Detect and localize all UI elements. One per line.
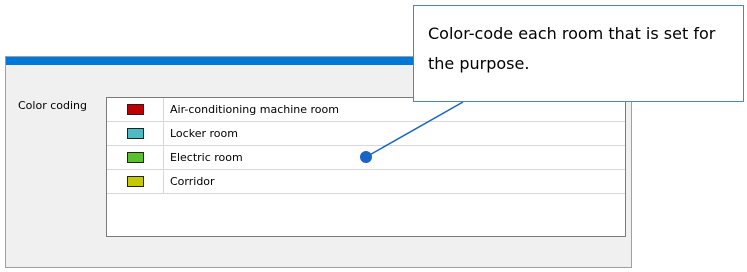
room-color-list[interactable]: Air-conditioning machine room Locker roo… [106,97,626,237]
room-name: Locker room [170,127,238,140]
callout-text: Color-code each room that is set for the… [428,24,716,73]
list-item-locker-room[interactable]: Locker room [107,122,625,146]
list-item-electric-room[interactable]: Electric room [107,146,625,170]
swatch-cell [107,170,164,193]
callout-box: Color-code each room that is set for the… [413,5,744,102]
swatch-cell [107,122,164,145]
room-name: Air-conditioning machine room [170,103,339,116]
list-item-corridor[interactable]: Corridor [107,170,625,194]
room-name: Electric room [170,151,243,164]
room-name: Corridor [170,175,215,188]
color-swatch-red[interactable] [127,104,144,115]
color-swatch-cyan[interactable] [127,128,144,139]
color-swatch-yellow[interactable] [127,176,144,187]
swatch-cell [107,146,164,169]
color-coding-label: Color coding [18,99,87,112]
color-swatch-green[interactable] [127,152,144,163]
swatch-cell [107,98,164,121]
